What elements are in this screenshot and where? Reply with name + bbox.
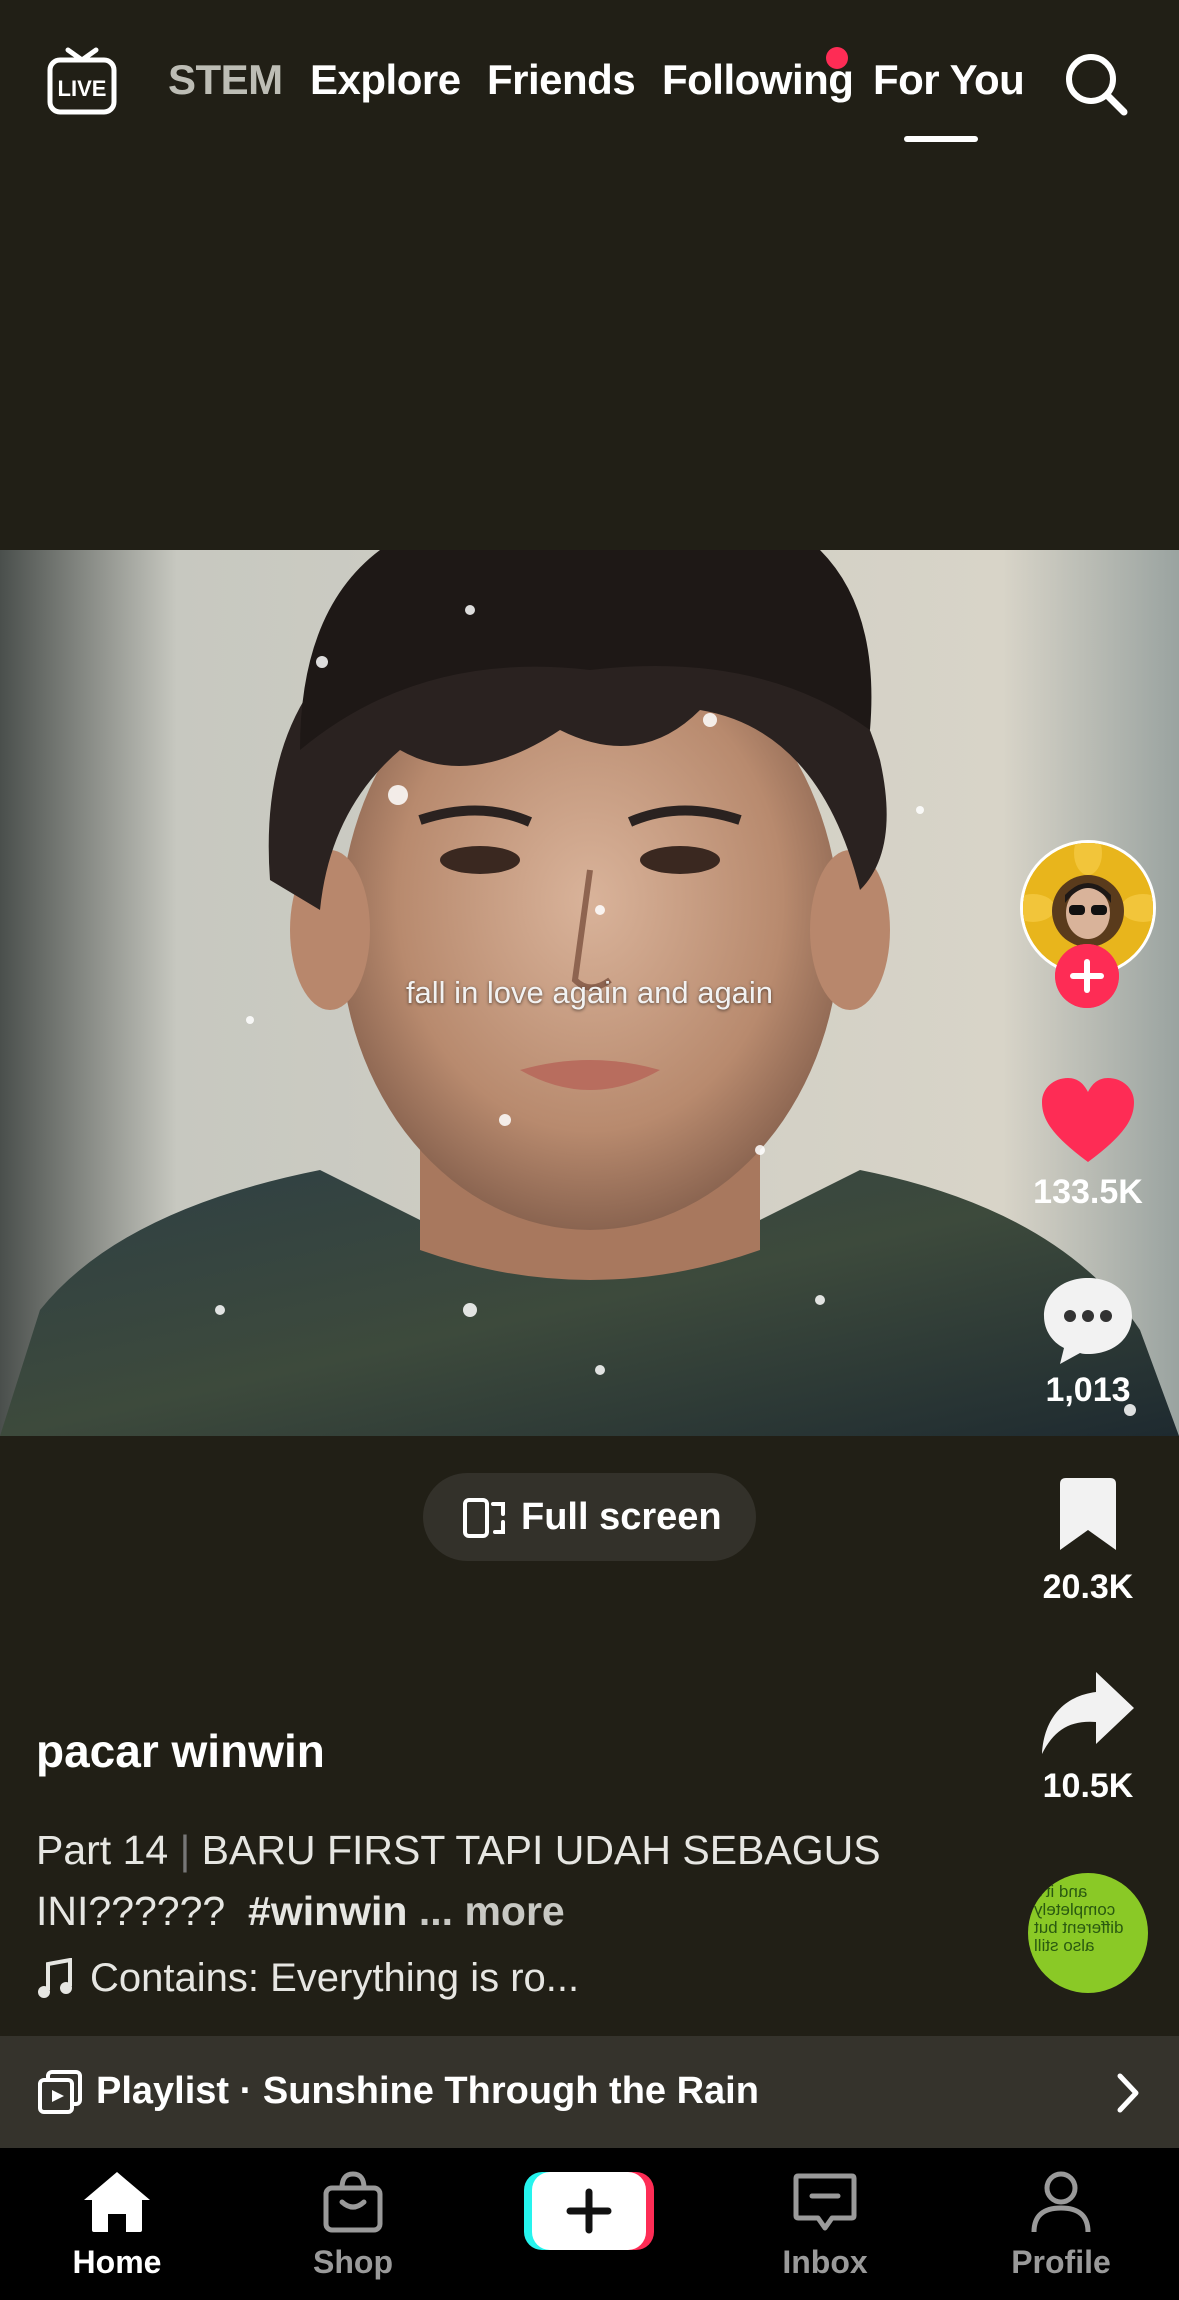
- active-tab-indicator: [904, 136, 978, 142]
- playlist-label: Playlist · Sunshine Through the Rain: [96, 2070, 759, 2112]
- top-nav: LIVE STEM Explore Friends Following For …: [0, 0, 1179, 160]
- fullscreen-button[interactable]: Full screen: [423, 1473, 756, 1561]
- inbox-icon: [793, 2173, 857, 2231]
- fullscreen-label: Full screen: [521, 1495, 722, 1538]
- tab-inbox-label: Inbox: [782, 2244, 868, 2280]
- music-disc-text: and it's completely different but also s…: [1034, 1882, 1124, 1955]
- search-icon[interactable]: [1062, 50, 1130, 118]
- tab-profile[interactable]: Profile: [981, 2148, 1141, 2300]
- chevron-right-icon: [1117, 2073, 1139, 2113]
- playlist-icon: [38, 2070, 82, 2114]
- creator-username[interactable]: pacar winwin: [36, 1724, 325, 1778]
- notification-dot: [826, 47, 848, 69]
- sound-name: Contains: Everything is ro...: [90, 1956, 580, 2000]
- home-icon: [84, 2172, 150, 2232]
- tab-explore[interactable]: Explore: [310, 56, 461, 104]
- post-description[interactable]: Part 14 | BARU FIRST TAPI UDAH SEBAGUS I…: [36, 1820, 936, 1942]
- music-disc[interactable]: and it's completely different but also s…: [1028, 1873, 1148, 1993]
- tab-home-label: Home: [72, 2244, 162, 2280]
- post-part: Part 14: [36, 1827, 169, 1873]
- tab-shop[interactable]: Shop: [273, 2148, 433, 2300]
- sound-row[interactable]: Contains: Everything is ro...: [36, 1956, 579, 2001]
- share-icon[interactable]: [1040, 1670, 1136, 1756]
- tab-home[interactable]: Home: [37, 2148, 197, 2300]
- tab-friends[interactable]: Friends: [487, 56, 636, 104]
- shop-icon: [323, 2171, 383, 2233]
- tab-shop-label: Shop: [313, 2244, 393, 2280]
- comment-icon[interactable]: [1040, 1274, 1136, 1366]
- tab-following[interactable]: Following: [662, 56, 854, 104]
- post-separator: |: [179, 1827, 191, 1873]
- svg-text:LIVE: LIVE: [58, 76, 107, 101]
- fullscreen-icon: [463, 1498, 505, 1538]
- like-count: 133.5K: [1033, 1173, 1143, 1211]
- tab-inbox[interactable]: Inbox: [745, 2148, 905, 2300]
- hashtag-link[interactable]: #winwin: [248, 1888, 407, 1934]
- video-caption-overlay: fall in love again and again: [405, 975, 774, 1010]
- video-player[interactable]: fall in love again and again: [0, 550, 1179, 1436]
- more-link[interactable]: ... more: [419, 1888, 565, 1934]
- tab-for-you[interactable]: For You: [873, 56, 1025, 104]
- tab-profile-label: Profile: [1011, 2244, 1111, 2280]
- comment-count: 1,013: [1045, 1371, 1131, 1409]
- bottom-nav: Home Shop Inbox Profile: [0, 2148, 1179, 2300]
- profile-icon: [1031, 2171, 1091, 2233]
- playlist-bar[interactable]: Playlist · Sunshine Through the Rain: [0, 2036, 1179, 2148]
- save-count: 20.3K: [1042, 1568, 1134, 1606]
- music-note-icon: [38, 1957, 72, 1998]
- heart-icon[interactable]: [1040, 1078, 1136, 1166]
- share-count: 10.5K: [1042, 1767, 1134, 1805]
- create-button[interactable]: [524, 2168, 654, 2252]
- live-icon[interactable]: LIVE: [46, 46, 118, 118]
- bookmark-icon[interactable]: [1056, 1478, 1120, 1552]
- tab-stem[interactable]: STEM: [168, 56, 283, 104]
- follow-plus-button[interactable]: [1055, 944, 1119, 1008]
